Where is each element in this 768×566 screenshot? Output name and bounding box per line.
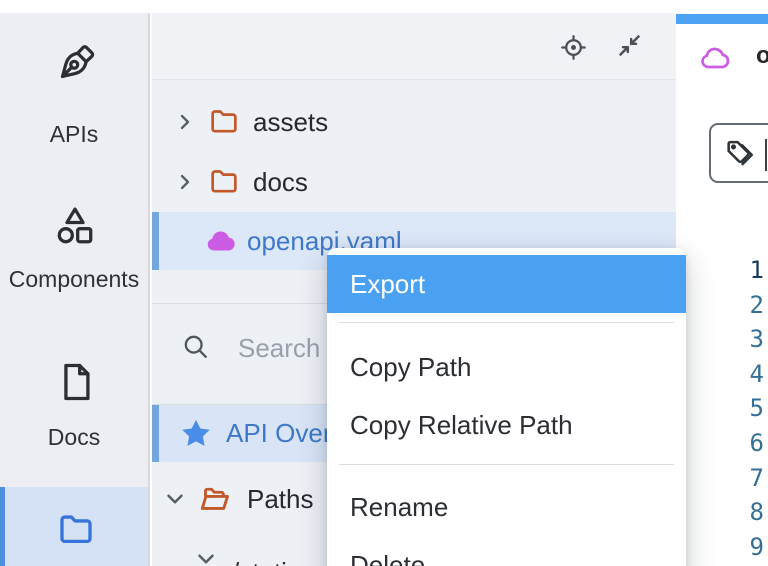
tree-row-docs[interactable]: docs [152, 153, 676, 211]
active-tab-indicator[interactable] [676, 14, 768, 24]
file-name-heading: openapi.yaml [756, 39, 768, 73]
line-number: 8 [676, 495, 764, 530]
line-number: 3 [676, 322, 764, 357]
menu-item-copy-path[interactable]: Copy Path [327, 338, 686, 396]
context-menu: Export Copy Path Copy Relative Path Rena… [327, 248, 686, 566]
explorer-toolbar [152, 13, 676, 80]
pen-nib-icon [52, 41, 98, 92]
selection-bar [152, 212, 159, 270]
line-number: 2 [676, 288, 764, 323]
editor-panel: openapi.yaml 1 2 3 4 5 6 7 8 9 [676, 0, 768, 566]
folder-open-icon [196, 481, 232, 522]
line-number: 1 [676, 253, 764, 288]
line-number: 6 [676, 426, 764, 461]
search-icon [181, 332, 210, 366]
chevron-right-icon[interactable] [173, 170, 197, 199]
menu-divider [339, 322, 674, 323]
sidebar-item-label: APIs [0, 121, 148, 148]
cloud-icon [203, 222, 241, 265]
menu-item-delete[interactable]: Delete [327, 536, 686, 566]
folder-closed-icon [207, 165, 241, 204]
outline-item-label: /stations [232, 530, 329, 566]
folder-closed-icon [207, 105, 241, 144]
menu-item-export[interactable]: Export [327, 255, 686, 313]
folder-icon [55, 509, 97, 556]
tree-item-label: docs [253, 153, 308, 211]
cloud-outline-icon [698, 40, 734, 81]
tree-item-label: assets [253, 93, 328, 151]
document-icon [54, 360, 98, 409]
app-window: APIs Components Docs [0, 0, 768, 566]
activity-bar: APIs Components Docs [0, 13, 150, 566]
locate-icon[interactable] [560, 34, 587, 66]
tree-row-assets[interactable]: assets [152, 93, 676, 151]
line-number: 7 [676, 461, 764, 496]
line-number: 5 [676, 391, 764, 426]
line-number: 4 [676, 357, 764, 392]
collapse-icon[interactable] [616, 32, 643, 64]
outline-item-label: Paths [247, 470, 314, 528]
chevron-right-icon[interactable] [173, 110, 197, 139]
sidebar-item-label: Components [0, 266, 148, 293]
chevron-down-icon[interactable] [193, 546, 219, 566]
selection-bar [152, 405, 159, 462]
menu-item-rename[interactable]: Rename [327, 478, 686, 536]
window-top-strip [0, 0, 768, 13]
button-divider [765, 139, 767, 171]
tags-icon [723, 136, 757, 175]
sidebar-item-label: Docs [0, 424, 148, 451]
sidebar-item-files[interactable] [0, 487, 148, 566]
shapes-icon [52, 203, 98, 254]
tags-button[interactable] [709, 123, 768, 183]
line-number: 9 [676, 530, 764, 565]
star-icon [178, 416, 214, 457]
menu-item-copy-relative-path[interactable]: Copy Relative Path [327, 396, 686, 455]
chevron-down-icon[interactable] [162, 486, 188, 517]
menu-divider [339, 464, 674, 465]
